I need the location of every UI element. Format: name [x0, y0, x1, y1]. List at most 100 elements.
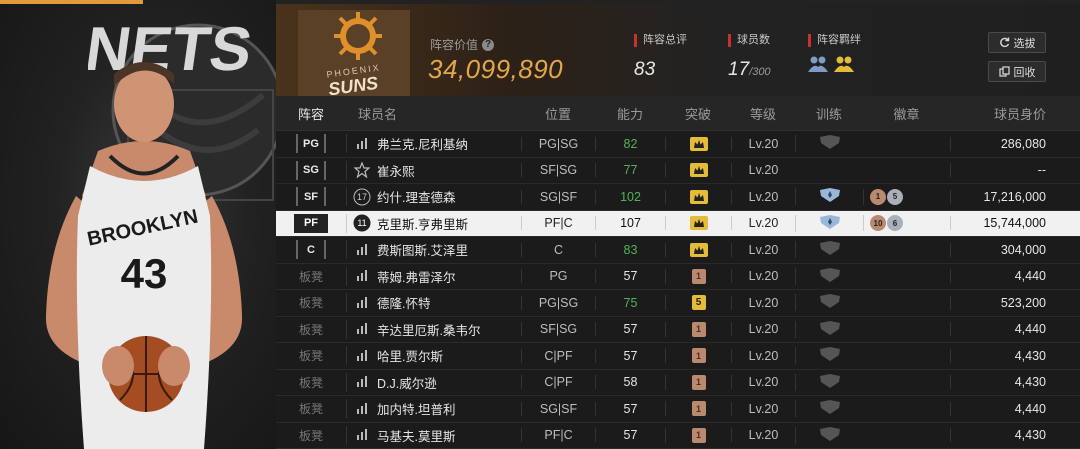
- header-breakthrough[interactable]: 突破: [665, 104, 731, 123]
- header-position[interactable]: 位置: [521, 104, 595, 123]
- training-empty-icon[interactable]: [819, 135, 841, 152]
- header-training[interactable]: 训练: [795, 104, 863, 123]
- badge-icon[interactable]: 6: [887, 215, 903, 232]
- badge-icon[interactable]: 5: [887, 188, 903, 205]
- player-name[interactable]: 弗兰克.尼利基纳: [377, 134, 468, 153]
- header-badges[interactable]: 徽章: [863, 104, 950, 123]
- ability-cell: 75: [595, 295, 665, 310]
- ability-cell: 57: [595, 269, 665, 284]
- header-level[interactable]: 等级: [731, 104, 795, 123]
- lineup-slot-tag[interactable]: PG: [296, 134, 326, 154]
- table-row[interactable]: PG 弗兰克.尼利基纳 PG|SG 82 Lv.20 286,080: [276, 131, 1080, 158]
- jersey-icon: 11: [353, 214, 371, 232]
- crown-icon[interactable]: [689, 163, 708, 178]
- breakthrough-level-badge[interactable]: 1: [691, 348, 706, 364]
- player-name[interactable]: 崔永熙: [377, 161, 415, 180]
- breakthrough-cell: 1: [665, 374, 731, 390]
- lineup-slot-tag[interactable]: 板凳: [296, 346, 326, 365]
- table-row[interactable]: 板凳 蒂姆.弗雷泽尔 PG 57 1 Lv.20 4,440: [276, 264, 1080, 290]
- level-cell: Lv.20: [731, 428, 795, 443]
- lineup-slot-tag[interactable]: 板凳: [296, 320, 326, 339]
- training-empty-icon[interactable]: [819, 267, 841, 285]
- player-name[interactable]: 哈里.贾尔斯: [377, 346, 443, 365]
- crown-icon[interactable]: [689, 189, 708, 204]
- position-cell: SF|SG: [521, 322, 595, 337]
- table-row[interactable]: SF 17 约什.理查德森 SG|SF 102 Lv.20 1 5 17,216,000: [276, 184, 1080, 211]
- help-icon[interactable]: ?: [482, 38, 495, 51]
- price-cell: 4,430: [950, 375, 1080, 390]
- table-row[interactable]: C 费斯图斯.艾泽里 C 83 Lv.20 304,000: [276, 237, 1080, 264]
- synergy-label: 阵容羁绊: [808, 34, 861, 47]
- training-empty-icon[interactable]: [819, 294, 841, 311]
- training-shield-icon[interactable]: [819, 188, 841, 205]
- lineup-slot-tag[interactable]: 板凳: [296, 373, 326, 392]
- player-name[interactable]: 马基夫.莫里斯: [377, 426, 455, 445]
- lineup-slot-tag[interactable]: SG: [296, 160, 326, 180]
- crown-icon[interactable]: [689, 216, 708, 231]
- synergy-blue-icon[interactable]: [808, 55, 828, 73]
- copy-icon: [998, 66, 1010, 77]
- player-name[interactable]: 克里斯.亨弗里斯: [377, 214, 468, 233]
- breakthrough-level-badge[interactable]: 1: [691, 401, 706, 417]
- training-empty-icon[interactable]: [819, 426, 841, 444]
- table-header: 阵容 球员名 位置 能力 突破 等级 训练 徽章 球员身价: [276, 96, 1080, 131]
- player-name[interactable]: 辛达里厄斯.桑韦尔: [377, 320, 480, 339]
- lineup-slot-tag[interactable]: SF: [296, 187, 326, 207]
- player-name[interactable]: D.J.威尔逊: [377, 373, 437, 392]
- table-row[interactable]: PF 11 克里斯.亨弗里斯 PF|C 107 Lv.20 10 6 15,744,000: [276, 210, 1080, 237]
- table-row[interactable]: SG 崔永熙 SF|SG 77 Lv.20 --: [276, 158, 1080, 184]
- breakthrough-level-badge[interactable]: 1: [691, 427, 706, 443]
- synergy-gold-icon[interactable]: [834, 55, 854, 73]
- crown-icon[interactable]: [689, 242, 708, 257]
- training-empty-icon[interactable]: [819, 320, 841, 338]
- breakthrough-level-badge[interactable]: 1: [691, 321, 706, 337]
- level-cell: Lv.20: [731, 348, 795, 363]
- badge-icon[interactable]: 1: [870, 188, 886, 205]
- select-button[interactable]: 选拔: [988, 32, 1046, 53]
- recycle-button[interactable]: 回收: [988, 61, 1046, 82]
- header-price[interactable]: 球员身价: [950, 104, 1080, 123]
- crown-icon[interactable]: [689, 136, 708, 151]
- lineup-slot-cell: SF: [276, 187, 346, 207]
- recycle-button-label: 回收: [1013, 66, 1036, 79]
- breakthrough-level-badge[interactable]: 1: [691, 268, 706, 284]
- training-empty-icon[interactable]: [819, 400, 841, 417]
- player-name[interactable]: 费斯图斯.艾泽里: [377, 240, 468, 259]
- training-empty-icon[interactable]: [819, 347, 841, 364]
- price-cell: --: [950, 163, 1080, 178]
- lineup-slot-tag[interactable]: 板凳: [296, 293, 326, 312]
- lineup-slot-tag[interactable]: 板凳: [296, 267, 326, 286]
- player-name[interactable]: 德隆.怀特: [377, 293, 430, 312]
- lineup-slot-tag[interactable]: C: [296, 240, 326, 260]
- table-row[interactable]: 板凳 辛达里厄斯.桑韦尔 SF|SG 57 1 Lv.20 4,440: [276, 317, 1080, 343]
- player-name[interactable]: 约什.理查德森: [377, 187, 455, 206]
- lineup-slot-tag[interactable]: 板凳: [296, 426, 326, 445]
- breakthrough-cell: [665, 163, 731, 178]
- player-name-cell: D.J.威尔逊: [346, 372, 521, 392]
- training-empty-icon[interactable]: [819, 241, 841, 258]
- table-row[interactable]: 板凳 D.J.威尔逊 C|PF 58 1 Lv.20 4,430: [276, 370, 1080, 396]
- player-name[interactable]: 蒂姆.弗雷泽尔: [377, 267, 455, 286]
- level-cell: Lv.20: [731, 295, 795, 310]
- training-empty-icon[interactable]: [819, 373, 841, 391]
- player-name[interactable]: 加内特.坦普利: [377, 399, 455, 418]
- header-ability[interactable]: 能力: [595, 104, 665, 123]
- position-cell: C|PF: [521, 348, 595, 363]
- table-row[interactable]: 板凳 哈里.贾尔斯 C|PF 57 1 Lv.20 4,430: [276, 343, 1080, 370]
- lineup-slot-tag[interactable]: 板凳: [296, 399, 326, 418]
- header-player[interactable]: 球员名: [346, 104, 521, 123]
- training-shield-icon[interactable]: [819, 214, 841, 232]
- badge-icon[interactable]: 10: [870, 215, 886, 232]
- breakthrough-level-badge[interactable]: 1: [691, 374, 706, 390]
- header-lineup[interactable]: 阵容: [276, 104, 346, 123]
- jersey-icon: [353, 161, 371, 179]
- table-row[interactable]: 板凳 马基夫.莫里斯 PF|C 57 1 Lv.20 4,430: [276, 423, 1080, 449]
- position-cell: PG: [521, 269, 595, 284]
- table-row[interactable]: 板凳 德隆.怀特 PG|SG 75 5 Lv.20 523,200: [276, 290, 1080, 317]
- training-cell: [795, 320, 863, 338]
- breakthrough-level-badge[interactable]: 5: [691, 295, 706, 311]
- refresh-icon: [999, 37, 1009, 48]
- lineup-slot-tag[interactable]: PF: [294, 213, 328, 233]
- table-row[interactable]: 板凳 加内特.坦普利 SG|SF 57 1 Lv.20 4,440: [276, 396, 1080, 423]
- breakthrough-cell: [665, 242, 731, 257]
